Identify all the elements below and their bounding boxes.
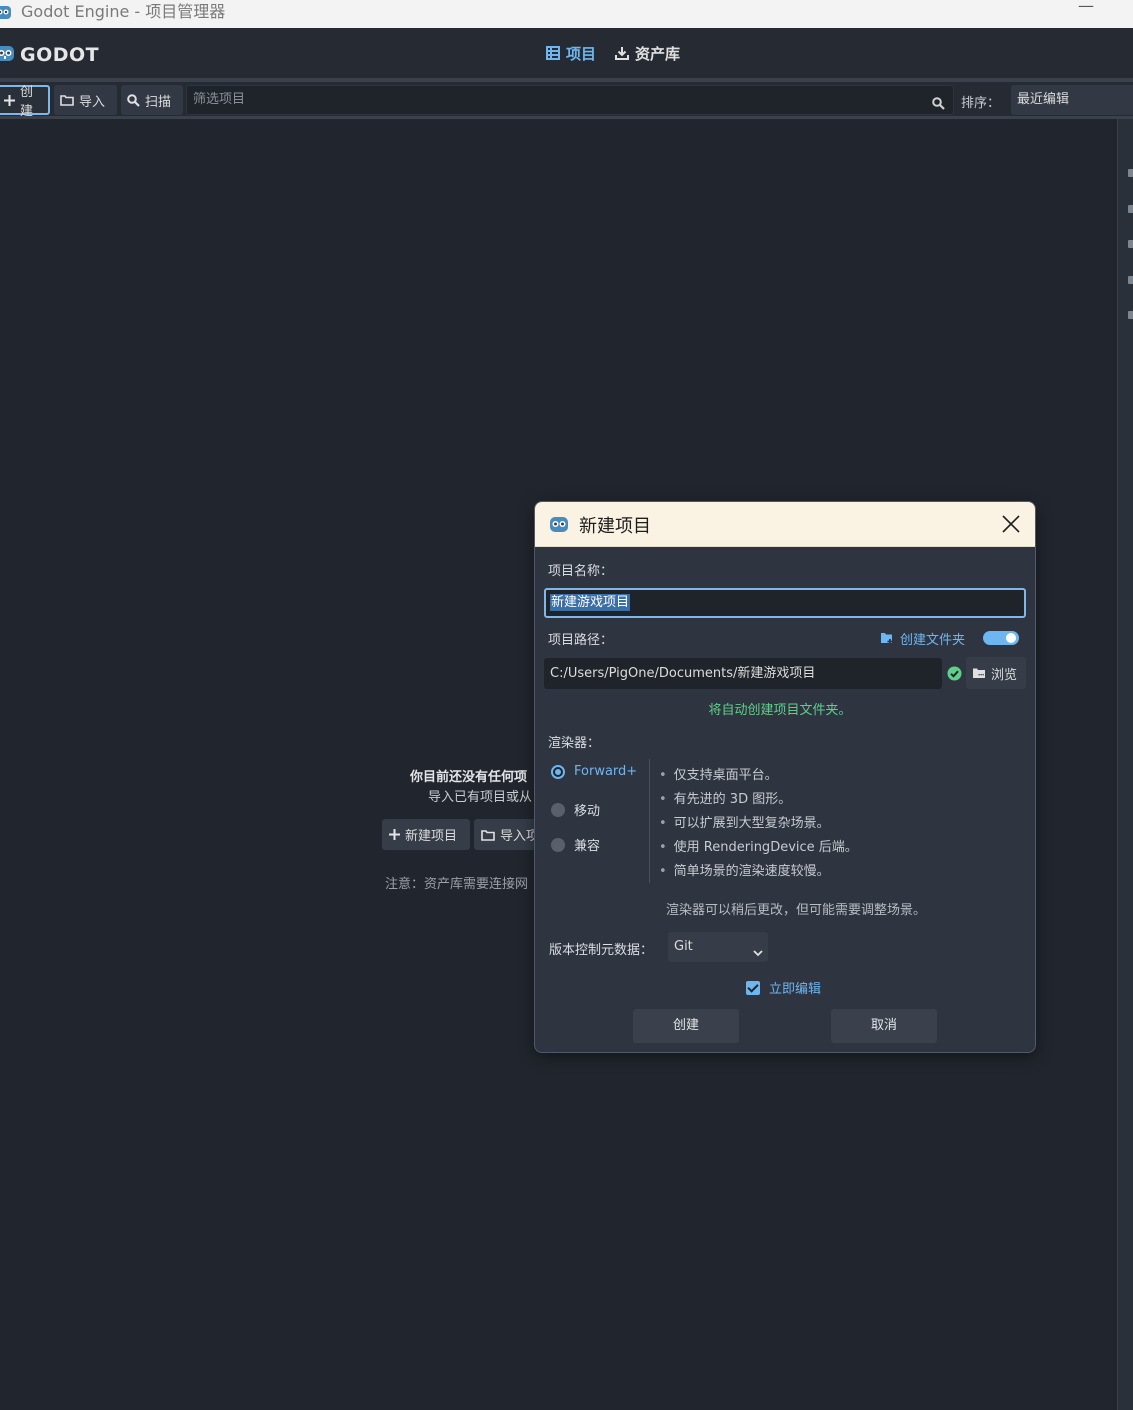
godot-logo: GODOT — [0, 42, 99, 68]
main-topbar: GODOT 项目 资产库 — [0, 28, 1133, 78]
renderer-option-label: Forward+ — [574, 764, 638, 779]
project-name-input[interactable]: 新建游戏项目 — [544, 588, 1026, 618]
empty-new-project-button[interactable]: 新建项目 — [382, 819, 470, 850]
list-item: 有先进的 3D 图形。 — [659, 788, 858, 812]
renderer-option-label: 移动 — [574, 804, 601, 819]
folder-browse-icon — [972, 667, 986, 679]
project-name-value: 新建游戏项目 — [550, 594, 631, 611]
folder-open-icon — [481, 829, 495, 841]
scan-projects-button[interactable]: 扫描 — [121, 85, 183, 115]
project-path-input[interactable]: C:/Users/PigOne/Documents/新建游戏项目 — [544, 658, 942, 689]
logo-text: GODOT — [20, 44, 100, 66]
toolbar-divider — [0, 116, 1133, 119]
create-folder-option: 创建文件夹 — [880, 629, 965, 648]
godot-logo-icon — [0, 42, 16, 68]
project-name-label: 项目名称： — [548, 564, 614, 579]
tab-projects-label: 项目 — [566, 44, 597, 63]
dialog-title: 新建项目 — [579, 516, 651, 537]
list-item: 仅支持桌面平台。 — [659, 764, 858, 788]
side-panel-item[interactable] — [1128, 169, 1133, 177]
scan-label: 扫描 — [145, 94, 172, 110]
vcs-label: 版本控制元数据： — [549, 943, 654, 958]
dialog-titlebar: 新建项目 — [535, 502, 1035, 547]
side-panel — [1117, 119, 1133, 1410]
renderer-divider — [649, 759, 650, 883]
side-panel-item[interactable] — [1128, 276, 1133, 284]
project-list-icon — [546, 46, 560, 60]
list-item: 使用 RenderingDevice 后端。 — [659, 836, 858, 860]
chevron-down-icon — [752, 941, 764, 971]
filter-projects-input[interactable]: 筛选项目 — [186, 85, 954, 115]
list-item: 简单场景的渲染速度较慢。 — [659, 860, 858, 884]
empty-state-subtitle: 导入已有项目或从 — [428, 790, 533, 805]
side-panel-item[interactable] — [1128, 311, 1133, 319]
browse-button[interactable]: 浏览 — [966, 657, 1026, 689]
plus-icon — [4, 94, 15, 106]
create-label: 创建 — [20, 85, 34, 119]
renderer-option-forward-plus[interactable]: Forward+ — [551, 764, 637, 779]
empty-state-note: 注意：资产库需要连接网 — [385, 877, 529, 892]
radio-unselected-icon — [551, 802, 565, 817]
tab-asset-library-label: 资产库 — [635, 44, 681, 63]
create-folder-toggle[interactable] — [983, 631, 1019, 645]
auto-create-message: 将自动创建项目文件夹。 — [708, 703, 852, 718]
empty-new-project-label: 新建项目 — [405, 829, 458, 844]
folder-open-icon — [60, 94, 74, 106]
cancel-button[interactable]: 取消 — [831, 1009, 937, 1043]
create-button[interactable]: 创建 — [633, 1009, 739, 1043]
filter-placeholder: 筛选项目 — [193, 92, 246, 107]
search-icon — [127, 93, 140, 107]
godot-logo-icon — [0, 1, 14, 27]
renderer-option-compatibility[interactable]: 兼容 — [551, 835, 600, 854]
create-folder-label: 创建文件夹 — [900, 633, 966, 648]
folder-add-icon — [880, 632, 894, 645]
window-title: Godot Engine - 项目管理器 — [21, 2, 226, 21]
check-circle-icon — [947, 666, 962, 685]
godot-logo-icon — [548, 513, 570, 539]
new-project-dialog: 新建项目 项目名称： 新建游戏项目 项目路径： 创建文件夹 C:/Users/P… — [534, 501, 1036, 1053]
import-project-button[interactable]: 导入 — [54, 85, 117, 115]
renderer-note: 渲染器可以稍后更改，但可能需要调整场景。 — [665, 903, 926, 918]
plus-icon — [389, 829, 400, 840]
radio-selected-icon — [551, 764, 565, 779]
tab-asset-library[interactable]: 资产库 — [615, 42, 680, 64]
checkbox-checked-icon — [746, 980, 760, 995]
renderer-option-mobile[interactable]: 移动 — [551, 800, 600, 819]
renderer-option-label: 兼容 — [574, 839, 601, 854]
project-path-label: 项目路径： — [548, 633, 614, 648]
vcs-select[interactable]: Git — [668, 932, 768, 962]
tab-projects[interactable]: 项目 — [546, 42, 596, 64]
empty-state-title: 你目前还没有任何项 — [410, 770, 528, 785]
toggle-knob — [1006, 633, 1016, 643]
radio-unselected-icon — [551, 837, 565, 852]
edit-now-checkbox[interactable]: 立即编辑 — [746, 978, 821, 997]
import-label: 导入 — [79, 94, 106, 110]
sort-label: 排序： — [961, 96, 1001, 111]
project-toolbar: 创建 导入 扫描 筛选项目 排序： 最近编辑 — [0, 82, 1133, 119]
list-item: 可以扩展到大型复杂场景。 — [659, 812, 858, 836]
renderer-features-list: 仅支持桌面平台。 有先进的 3D 图形。 可以扩展到大型复杂场景。 使用 Ren… — [659, 764, 858, 884]
browse-label: 浏览 — [991, 667, 1018, 683]
download-icon — [615, 46, 629, 60]
vcs-value: Git — [674, 939, 693, 954]
side-panel-item[interactable] — [1128, 240, 1133, 248]
edit-now-label: 立即编辑 — [769, 982, 822, 997]
side-panel-item[interactable] — [1128, 205, 1133, 213]
minimize-button[interactable]: — — [1066, 0, 1106, 20]
close-icon[interactable] — [998, 511, 1024, 537]
window-titlebar: Godot Engine - 项目管理器 — — [0, 0, 1133, 29]
create-project-button[interactable]: 创建 — [0, 85, 50, 119]
sort-order-select[interactable]: 最近编辑 — [1011, 85, 1133, 115]
renderer-label: 渲染器： — [548, 736, 601, 751]
